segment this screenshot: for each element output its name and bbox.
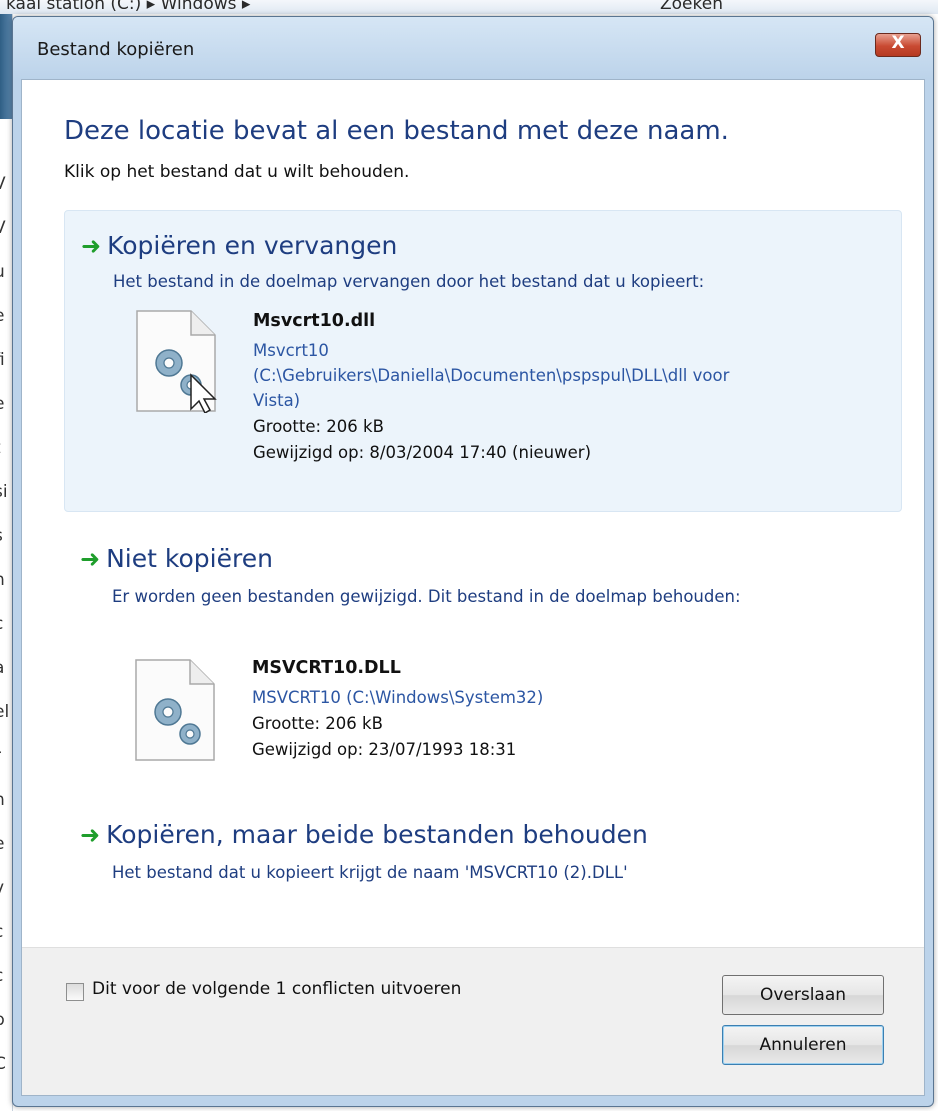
background-text-fragment: n xyxy=(0,790,5,810)
background-text-fragment: r xyxy=(0,746,1,766)
option-description: Er worden geen bestanden gewijzigd. Dit … xyxy=(112,587,741,606)
background-text-fragment: c xyxy=(0,922,3,942)
background-navigation-pane xyxy=(0,14,12,119)
background-text-fragment: c xyxy=(0,966,3,986)
green-arrow-icon: ➜ xyxy=(81,231,102,260)
apply-to-all-checkbox[interactable] xyxy=(66,983,84,1001)
file-name: Msvcrt10.dll xyxy=(253,311,376,331)
background-text-fragment: e xyxy=(0,306,4,326)
title-bar[interactable]: Bestand kopiëren X xyxy=(13,17,933,79)
conflict-instruction: Klik op het bestand dat u wilt behouden. xyxy=(64,162,410,182)
background-text-fragment: v xyxy=(0,878,4,898)
file-location-line: (C:\Gebruikers\Daniella\Documenten\pspsp… xyxy=(253,366,730,385)
background-search-box: Zoeken xyxy=(660,0,723,14)
file-size: Grootte: 206 kB xyxy=(253,417,384,436)
option-title-row: ➜ Kopiëren en vervangen xyxy=(81,231,397,267)
conflict-heading: Deze locatie bevat al een bestand met de… xyxy=(64,116,729,146)
apply-to-all-label[interactable]: Dit voor de volgende 1 conflicten uitvoe… xyxy=(92,979,461,999)
option-title-row: ➜ Niet kopiëren xyxy=(80,544,273,580)
background-text-fragment: n xyxy=(0,570,5,590)
background-search-text: Zoeken xyxy=(660,0,723,14)
option-title: Kopiëren, maar beide bestanden behouden xyxy=(106,820,648,849)
background-text-fragment: c xyxy=(0,614,3,634)
background-text-fragment: e xyxy=(0,834,4,854)
background-text-fragment: V xyxy=(0,218,6,238)
background-text-fragment: e xyxy=(0,394,4,414)
background-text-fragment: t xyxy=(0,438,1,458)
option-title-row: ➜ Kopiëren, maar beide bestanden behouden xyxy=(80,820,648,856)
option-copy-keep-both[interactable]: ➜ Kopiëren, maar beide bestanden behouden… xyxy=(64,802,902,912)
background-text-fragment: s xyxy=(0,526,3,546)
file-location-line: MSVCRT10 (C:\Windows\System32) xyxy=(252,688,544,707)
file-location-line: Msvcrt10 xyxy=(253,341,329,360)
file-modified: Gewijzigd op: 23/07/1993 18:31 xyxy=(252,740,517,759)
option-description: Het bestand dat u kopieert krijgt de naa… xyxy=(112,863,628,882)
green-arrow-icon: ➜ xyxy=(80,544,101,573)
background-text-fragment: el xyxy=(0,702,10,722)
option-description: Het bestand in de doelmap vervangen door… xyxy=(113,272,705,291)
file-modified: Gewijzigd op: 8/03/2004 17:40 (nieuwer) xyxy=(253,443,592,462)
file-name: MSVCRT10.DLL xyxy=(252,658,401,678)
background-text-fragment: fi xyxy=(0,350,5,370)
background-path: kaal station (C:) ▸ Windows ▸ xyxy=(6,0,251,14)
option-title: Kopiëren en vervangen xyxy=(107,231,398,260)
background-text-fragment: u xyxy=(0,262,5,282)
dialog-footer: Dit voor de volgende 1 conflicten uitvoe… xyxy=(22,947,924,1095)
green-arrow-icon: ➜ xyxy=(80,820,101,849)
dll-file-icon xyxy=(136,310,217,413)
copy-file-dialog: Bestand kopiëren X Deze locatie bevat al… xyxy=(12,16,934,1107)
dialog-content: Deze locatie bevat al een bestand met de… xyxy=(21,79,925,1096)
file-size: Grootte: 206 kB xyxy=(252,714,383,733)
option-do-not-copy[interactable]: ➜ Niet kopiëren Er worden geen bestanden … xyxy=(64,522,902,784)
close-button[interactable]: X xyxy=(875,33,921,57)
background-text-fragment: a xyxy=(0,658,4,678)
dll-file-icon xyxy=(135,659,215,761)
background-text-fragment: b xyxy=(0,1010,5,1030)
background-text-fragment: V xyxy=(0,174,6,194)
skip-button[interactable]: Overslaan xyxy=(722,975,884,1015)
background-text-fragment: si xyxy=(0,482,8,502)
file-location-line: Vista) xyxy=(253,391,301,410)
cancel-button[interactable]: Annuleren xyxy=(722,1025,884,1065)
option-title: Niet kopiëren xyxy=(106,544,273,573)
dialog-title: Bestand kopiëren xyxy=(37,39,195,60)
background-text-fragment: C xyxy=(0,1054,6,1074)
option-copy-and-replace[interactable]: ➜ Kopiëren en vervangen Het bestand in de… xyxy=(64,210,902,512)
close-icon: X xyxy=(891,33,905,53)
background-address-bar: kaal station (C:) ▸ Windows ▸ Zoeken xyxy=(0,0,938,14)
